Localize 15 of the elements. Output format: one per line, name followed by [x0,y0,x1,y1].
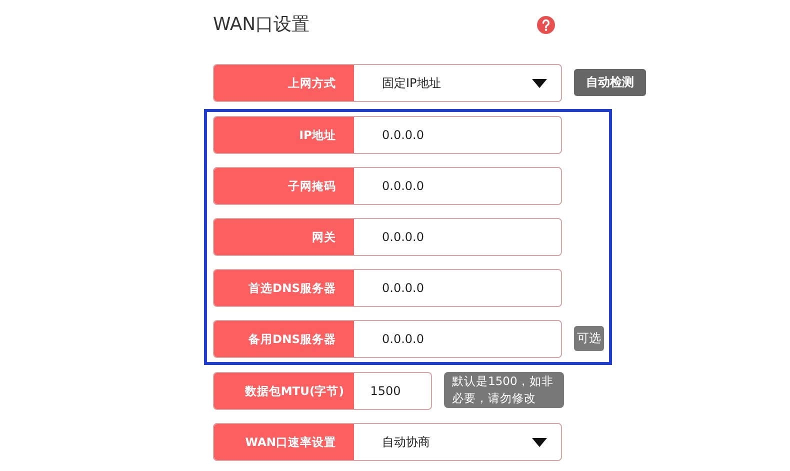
dropdown[interactable]: 上网方式 固定IP地址 [213,64,562,102]
input-field[interactable]: 子网掩码 0.0.0.0 [213,167,562,205]
help-icon[interactable] [537,16,555,34]
optional-tag: 可选 [574,326,604,351]
caret-icon [532,78,547,88]
auto-detect-button[interactable]: 自动检测 [574,69,646,96]
dropdown[interactable]: WAN口速率设置 自动协商 [213,423,562,461]
input-field[interactable]: 网关 0.0.0.0 [213,218,562,256]
input-field[interactable]: 数据包MTU(字节) 1500 [213,372,432,410]
input-field[interactable]: 备用DNS服务器 0.0.0.0 [213,320,562,358]
caret-icon [532,438,547,446]
input-field[interactable]: IP地址 0.0.0.0 [213,116,562,154]
hint-text: 默认是1500，如非必要，请勿修改 [444,372,564,408]
input-field[interactable]: 首选DNS服务器 0.0.0.0 [213,269,562,307]
page-title: WAN口设置 [213,13,310,36]
